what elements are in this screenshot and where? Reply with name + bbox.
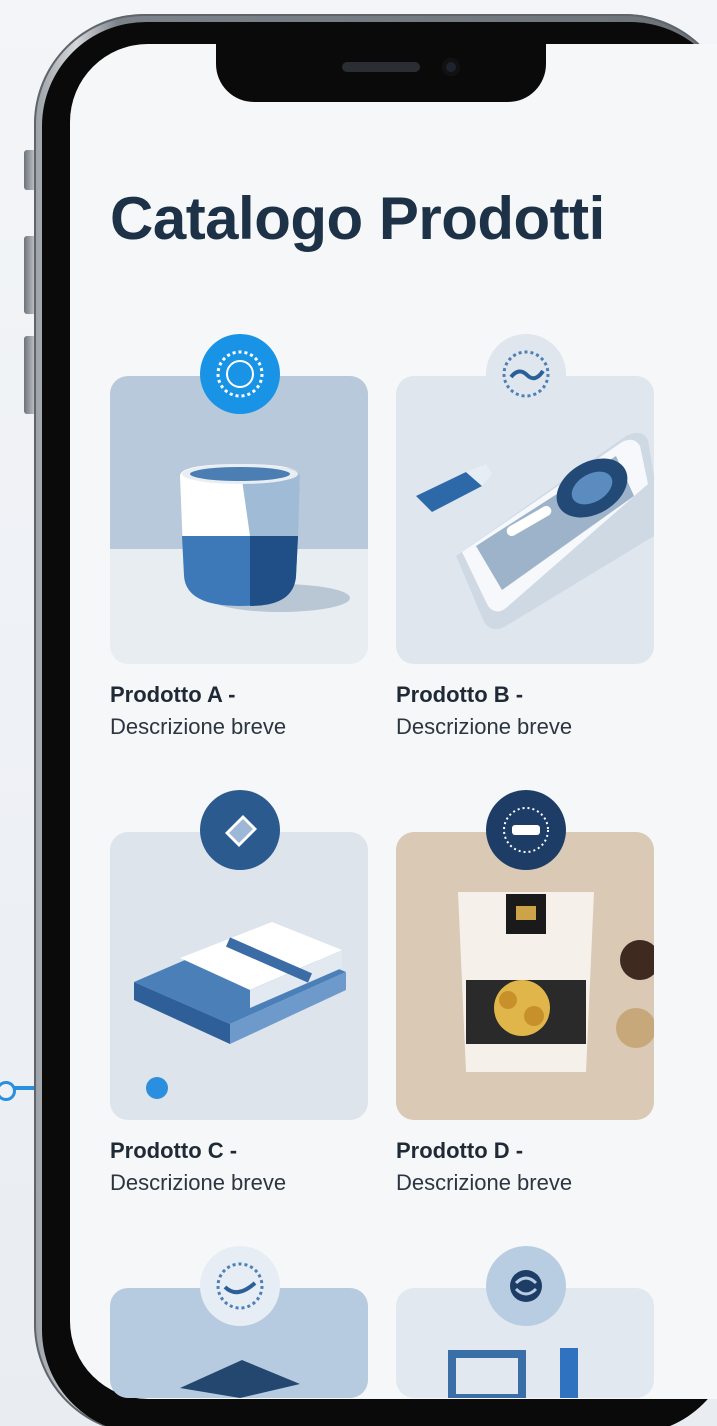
- volume-down-button: [24, 336, 34, 414]
- front-camera: [442, 58, 460, 76]
- seal-icon: [216, 350, 264, 398]
- product-desc-b: Descrizione breve: [396, 714, 573, 739]
- product-image-a[interactable]: [110, 376, 368, 664]
- product-image-d[interactable]: [396, 832, 654, 1120]
- connector-end-dot: [146, 1077, 168, 1099]
- product-card-d[interactable]: Prodotto D - Descrizione breve: [396, 790, 654, 1212]
- product-card-f[interactable]: [396, 1246, 654, 1398]
- badge-d: [486, 790, 566, 870]
- globe-seal-icon: [510, 1270, 542, 1302]
- badge-f: [486, 1246, 566, 1326]
- product-card-c[interactable]: Prodotto C - Descrizione breve: [110, 790, 368, 1212]
- product-desc-c: Descrizione breve: [110, 1170, 287, 1195]
- badge-e: [200, 1246, 280, 1326]
- product-title-a[interactable]: Prodotto A -: [110, 682, 235, 708]
- product-card-e[interactable]: [110, 1246, 368, 1398]
- badge-c: [200, 790, 280, 870]
- wave-seal-icon: [502, 350, 550, 398]
- product-desc-a: Descrizione breve: [110, 714, 287, 739]
- badge-a: [200, 334, 280, 414]
- snack-bag-icon: [458, 892, 654, 1072]
- product-title-b[interactable]: Prodotto B -: [396, 682, 523, 708]
- page-title: Catalogo Prodotti: [110, 185, 605, 252]
- volume-up-button: [24, 236, 34, 314]
- cup-icon: [180, 464, 350, 612]
- product-card-b[interactable]: Prodotto B - Descrizione breve: [396, 334, 654, 756]
- emblem-icon: [503, 807, 549, 853]
- product-title-c[interactable]: Prodotto C -: [110, 1138, 237, 1164]
- stage: Catalogo Prodotti Prodotto A - Descrizio…: [0, 0, 717, 1426]
- product-image-c[interactable]: [110, 832, 368, 1120]
- wave-seal-icon: [216, 1262, 264, 1310]
- badge-b: [486, 334, 566, 414]
- phone-device-icon: [416, 432, 654, 630]
- product-desc-d: Descrizione breve: [396, 1170, 573, 1195]
- product-card-a[interactable]: Prodotto A - Descrizione breve: [110, 334, 368, 756]
- tag-icon: [225, 815, 257, 847]
- product-title-d[interactable]: Prodotto D -: [396, 1138, 523, 1164]
- folded-towel-icon: [134, 922, 346, 1044]
- product-image-b[interactable]: [396, 376, 654, 664]
- speaker-grille: [342, 62, 420, 72]
- connector-start-dot: [0, 1081, 16, 1101]
- mute-switch: [24, 150, 34, 190]
